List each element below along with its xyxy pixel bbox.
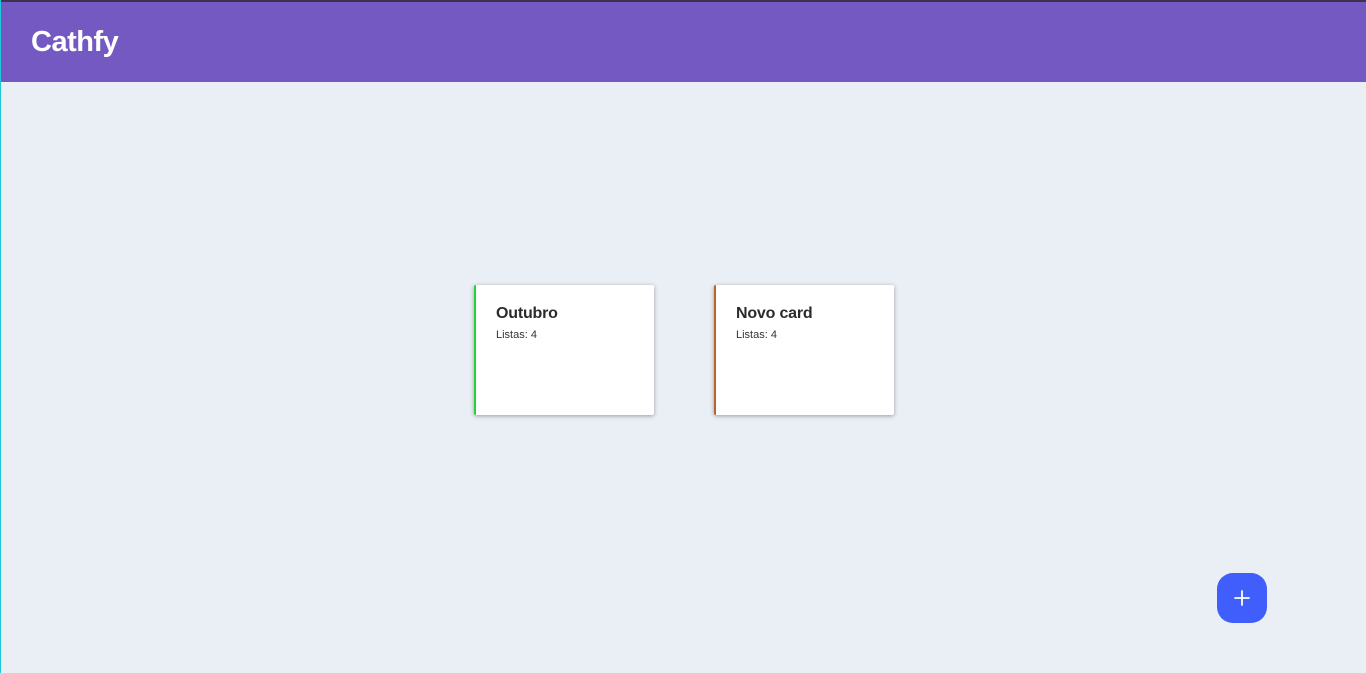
app-root: Cathfy Outubro Listas: 4 Novo card Lista…: [0, 0, 1366, 673]
card-title: Novo card: [736, 305, 813, 322]
add-card-button[interactable]: [1217, 573, 1267, 623]
board-card-novo-card[interactable]: Novo card Listas: 4: [714, 285, 894, 415]
app-title: Cathfy: [31, 25, 119, 58]
plus-icon: [1234, 590, 1250, 606]
top-app-bar: Cathfy: [1, 0, 1366, 82]
card-title: Outubro: [496, 305, 558, 322]
card-lists-count: Listas: 4: [496, 329, 537, 341]
card-lists-count: Listas: 4: [736, 329, 777, 341]
board-card-outubro[interactable]: Outubro Listas: 4: [474, 285, 654, 415]
